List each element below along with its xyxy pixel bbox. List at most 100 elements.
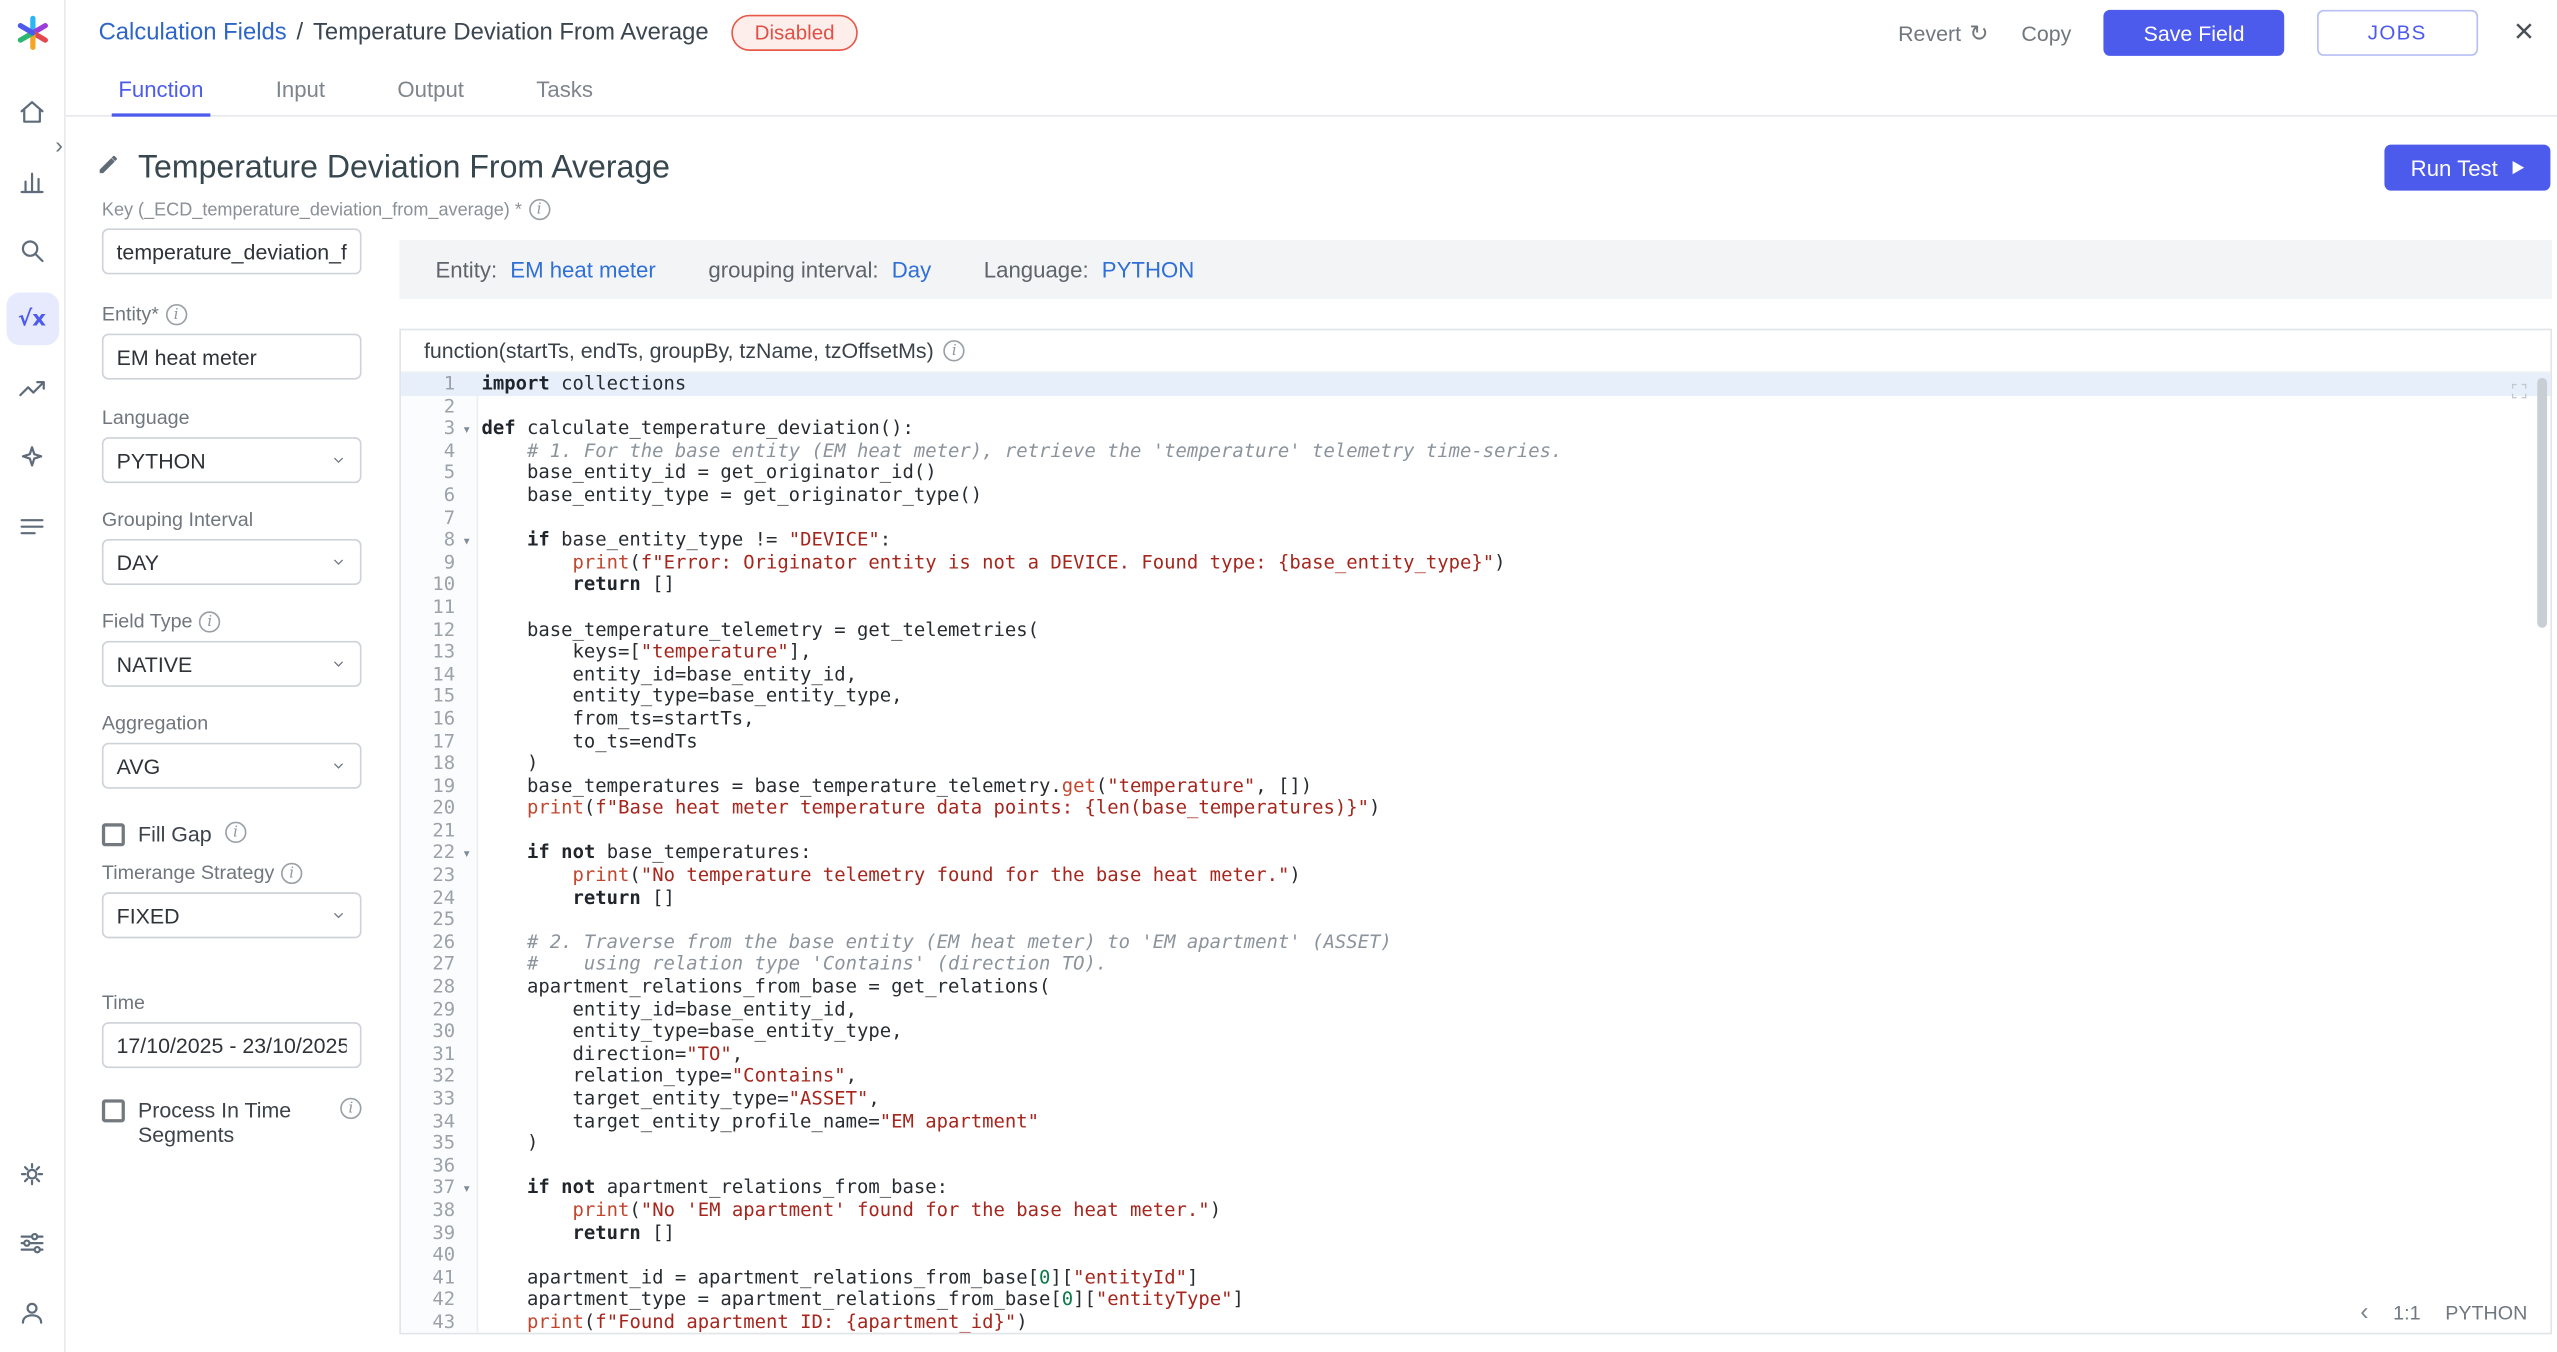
tab-tasks[interactable]: Tasks <box>510 66 619 115</box>
code-line[interactable]: 19 base_temperatures = base_temperature_… <box>401 775 2550 797</box>
code-line[interactable]: 20 print(f"Base heat meter temperature d… <box>401 797 2550 819</box>
info-icon[interactable] <box>199 610 220 631</box>
run-test-button[interactable]: Run Test <box>2384 145 2550 191</box>
code-line[interactable]: 23 print("No temperature telemetry found… <box>401 864 2550 886</box>
code-line[interactable]: 33 target_entity_type="ASSET", <box>401 1088 2550 1110</box>
edit-title-icon[interactable] <box>95 150 121 185</box>
language-select[interactable]: PYTHON <box>102 437 362 483</box>
code-line[interactable]: 41 apartment_id = apartment_relations_fr… <box>401 1267 2550 1289</box>
revert-button[interactable]: Revert ↻ <box>1898 19 1988 47</box>
code-line[interactable]: 27 # using relation type 'Contains' (dir… <box>401 954 2550 976</box>
app-logo-icon[interactable] <box>12 13 51 52</box>
automation-icon[interactable] <box>6 431 59 484</box>
code-line[interactable]: 17 to_ts=endTs <box>401 730 2550 752</box>
code-line[interactable]: 11 <box>401 596 2550 618</box>
code-line[interactable]: 32 relation_type="Contains", <box>401 1066 2550 1088</box>
context-language-value[interactable]: PYTHON <box>1102 257 1194 282</box>
tab-input[interactable]: Input <box>249 66 351 115</box>
info-icon[interactable] <box>944 340 965 361</box>
line-number: 4 <box>401 440 455 462</box>
field-type-select[interactable]: NATIVE <box>102 641 362 687</box>
context-grouping-value[interactable]: Day <box>892 257 931 282</box>
filters-icon[interactable] <box>6 1216 59 1269</box>
code-line[interactable]: 36 <box>401 1155 2550 1177</box>
code-line[interactable]: 3▾def calculate_temperature_deviation(): <box>401 418 2550 440</box>
code-line[interactable]: 37▾ if not apartment_relations_from_base… <box>401 1177 2550 1199</box>
code-area[interactable]: 1import collections23▾def calculate_temp… <box>401 373 2550 1333</box>
fullscreen-icon[interactable] <box>2509 381 2529 407</box>
code-line[interactable]: 2 <box>401 395 2550 417</box>
code-line[interactable]: 43 print(f"Found apartment ID: {apartmen… <box>401 1311 2550 1332</box>
code-line[interactable]: 10 return [] <box>401 574 2550 596</box>
code-line[interactable]: 5 base_entity_id = get_originator_id() <box>401 462 2550 484</box>
calculated-fields-icon[interactable]: √x <box>6 293 59 346</box>
code-line[interactable]: 1import collections <box>401 373 2550 395</box>
code-line[interactable]: 26 # 2. Traverse from the base entity (E… <box>401 931 2550 953</box>
code-line[interactable]: 15 entity_type=base_entity_type, <box>401 686 2550 708</box>
code-line[interactable]: 28 apartment_relations_from_base = get_r… <box>401 976 2550 998</box>
code-line[interactable]: 14 entity_id=base_entity_id, <box>401 663 2550 685</box>
code-line[interactable]: 34 target_entity_profile_name="EM apartm… <box>401 1110 2550 1132</box>
time-range-input[interactable] <box>102 1022 362 1068</box>
profile-icon[interactable] <box>6 1285 59 1338</box>
info-icon[interactable] <box>340 1098 361 1119</box>
home-icon[interactable] <box>6 85 59 138</box>
code-line[interactable]: 9 print(f"Error: Originator entity is no… <box>401 552 2550 574</box>
info-icon[interactable] <box>528 199 549 220</box>
tab-function[interactable]: Function <box>92 66 230 115</box>
aggregation-select[interactable]: AVG <box>102 743 362 789</box>
save-field-button[interactable]: Save Field <box>2104 10 2284 56</box>
code-line[interactable]: 7 <box>401 507 2550 529</box>
menu-icon[interactable] <box>6 500 59 553</box>
code-line[interactable]: 42 apartment_type = apartment_relations_… <box>401 1289 2550 1311</box>
code-line[interactable]: 8▾ if base_entity_type != "DEVICE": <box>401 529 2550 551</box>
revert-label: Revert <box>1898 21 1961 46</box>
code-line[interactable]: 40 <box>401 1244 2550 1266</box>
code-line[interactable]: 30 entity_type=base_entity_type, <box>401 1021 2550 1043</box>
info-icon[interactable] <box>225 822 246 843</box>
timerange-strategy-select[interactable]: FIXED <box>102 892 362 938</box>
search-icon[interactable] <box>6 223 59 276</box>
line-number: 38 <box>401 1200 455 1222</box>
collapse-statusbar-icon[interactable]: ‹ <box>2360 1303 2368 1323</box>
trends-icon[interactable] <box>6 362 59 415</box>
key-input[interactable] <box>102 228 362 274</box>
editor-scrollbar[interactable] <box>2537 378 2547 628</box>
status-badge: Disabled <box>732 15 858 51</box>
close-icon[interactable]: × <box>2514 16 2534 49</box>
fill-gap-checkbox[interactable]: Fill Gap <box>102 822 362 847</box>
code-line[interactable]: 22▾ if not base_temperatures: <box>401 842 2550 864</box>
jobs-button[interactable]: JOBS <box>2317 10 2478 56</box>
code-line[interactable]: 38 print("No 'EM apartment' found for th… <box>401 1200 2550 1222</box>
editor-language[interactable]: PYTHON <box>2445 1301 2527 1324</box>
code-line[interactable]: 31 direction="TO", <box>401 1043 2550 1065</box>
settings-icon[interactable] <box>6 1147 59 1200</box>
code-line[interactable]: 4 # 1. For the base entity (EM heat mete… <box>401 440 2550 462</box>
entity-input[interactable] <box>102 334 362 380</box>
code-line[interactable]: 12 base_temperature_telemetry = get_tele… <box>401 619 2550 641</box>
analytics-icon[interactable] <box>6 154 59 207</box>
code-line[interactable]: 16 from_ts=startTs, <box>401 708 2550 730</box>
info-icon[interactable] <box>165 303 186 324</box>
code-line[interactable]: 25 <box>401 909 2550 931</box>
code-line[interactable]: 39 return [] <box>401 1222 2550 1244</box>
code-line[interactable]: 13 keys=["temperature"], <box>401 641 2550 663</box>
code-line[interactable]: 21 <box>401 820 2550 842</box>
grouping-interval-select[interactable]: DAY <box>102 539 362 585</box>
chevron-down-icon <box>330 656 346 672</box>
code-line[interactable]: 6 base_entity_type = get_originator_type… <box>401 485 2550 507</box>
code-line[interactable]: 35 ) <box>401 1133 2550 1155</box>
context-entity-value[interactable]: EM heat meter <box>510 257 656 282</box>
line-number: 1 <box>401 373 455 395</box>
info-icon[interactable] <box>281 862 302 883</box>
code-line[interactable]: 24 return [] <box>401 887 2550 909</box>
sidebar-expand-button[interactable]: › <box>48 131 71 157</box>
code-line[interactable]: 29 entity_id=base_entity_id, <box>401 999 2550 1021</box>
code-text: print(f"Found apartment ID: {apartment_i… <box>478 1310 1028 1333</box>
tab-output[interactable]: Output <box>371 66 490 115</box>
copy-button[interactable]: Copy <box>2021 21 2071 46</box>
breadcrumb-root-link[interactable]: Calculation Fields <box>99 20 287 46</box>
code-line[interactable]: 18 ) <box>401 753 2550 775</box>
process-in-time-segments-checkbox[interactable]: Process In Time Segments <box>102 1098 362 1147</box>
code-text: base_temperatures = base_temperature_tel… <box>478 773 1312 796</box>
